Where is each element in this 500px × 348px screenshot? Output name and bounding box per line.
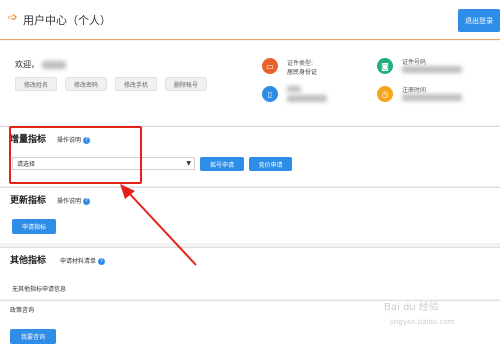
watermark-brand: Bai du 经验 — [384, 302, 439, 313]
annotation-arrow-icon — [120, 184, 197, 266]
watermark-url: jingyan.baidu.com — [390, 318, 455, 326]
